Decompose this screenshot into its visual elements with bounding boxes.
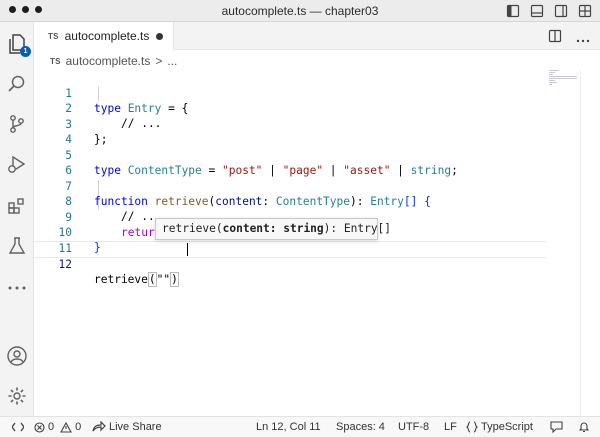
indentation-setting[interactable]: Spaces: 4 bbox=[336, 421, 385, 433]
live-share-button[interactable]: Live Share bbox=[92, 421, 162, 433]
unsaved-indicator-icon[interactable] bbox=[156, 33, 163, 40]
braces-icon bbox=[466, 421, 478, 433]
code-line-2: 2 // ... bbox=[65, 102, 162, 130]
activity-bar: 1 bbox=[0, 22, 34, 416]
toggle-secondary-sidebar-icon[interactable] bbox=[554, 4, 568, 18]
code-line-1: 1 type Entry = { bbox=[65, 87, 189, 115]
typescript-file-icon: TS bbox=[48, 31, 59, 41]
tab-label: autocomplete.ts bbox=[64, 29, 150, 43]
encoding-setting[interactable]: UTF-8 bbox=[398, 421, 429, 433]
layout-controls bbox=[506, 4, 592, 18]
code-line-4: 4 bbox=[65, 133, 72, 146]
remote-indicator-icon[interactable] bbox=[12, 421, 24, 433]
code-line-6: 6 bbox=[65, 164, 72, 177]
eol-setting[interactable]: LF bbox=[444, 421, 457, 433]
accounts-icon[interactable] bbox=[5, 344, 29, 368]
minimap[interactable] bbox=[549, 70, 579, 110]
error-icon bbox=[34, 421, 45, 433]
text-cursor bbox=[187, 243, 188, 256]
manage-gear-icon[interactable] bbox=[5, 384, 29, 408]
explorer-icon[interactable]: 1 bbox=[5, 32, 31, 57]
cursor-position[interactable]: Ln 12, Col 11 bbox=[256, 421, 321, 433]
language-mode[interactable]: TypeScript bbox=[466, 421, 533, 433]
toggle-primary-sidebar-icon[interactable] bbox=[506, 4, 520, 18]
code-line-9: 9 return [] bbox=[65, 211, 181, 239]
editor-actions bbox=[548, 29, 590, 48]
run-and-debug-icon[interactable] bbox=[5, 152, 29, 176]
code-line-3: 3 }; bbox=[65, 118, 108, 146]
breadcrumb-separator: > bbox=[155, 54, 163, 68]
warning-icon bbox=[60, 421, 73, 433]
status-bar: 0 0 Live Share Ln 12, Col 11 Spaces: 4 U… bbox=[0, 416, 600, 437]
breadcrumb: TS autocomplete.ts > ... bbox=[50, 53, 177, 69]
source-control-icon[interactable] bbox=[5, 112, 29, 136]
vertical-scrollbar[interactable] bbox=[580, 70, 581, 416]
code-line-5: 5 type ContentType = "post" | "page" | "… bbox=[65, 149, 458, 177]
more-actions-icon[interactable] bbox=[576, 30, 590, 48]
code-line-12-current: 12 retrieve("") bbox=[34, 241, 546, 287]
customize-layout-icon[interactable] bbox=[578, 4, 592, 18]
search-icon[interactable] bbox=[5, 72, 29, 96]
explorer-badge: 1 bbox=[20, 46, 31, 57]
code-line-7: 7 function retrieve(content: ContentType… bbox=[65, 180, 431, 208]
signature-help-tooltip: retrieve(content: string): Entry[] bbox=[155, 218, 391, 240]
testing-icon[interactable] bbox=[5, 234, 29, 258]
code-editor[interactable]: 1 type Entry = { 2 // ... 3 }; 4 5 type … bbox=[34, 70, 600, 416]
breadcrumb-file[interactable]: autocomplete.ts bbox=[66, 54, 151, 68]
notifications-bell-icon[interactable] bbox=[578, 421, 590, 433]
feedback-icon[interactable] bbox=[550, 421, 563, 433]
tab-bar: TS autocomplete.ts bbox=[34, 22, 600, 50]
problems-indicator[interactable]: 0 0 bbox=[34, 421, 81, 433]
tab-autocomplete-ts[interactable]: TS autocomplete.ts bbox=[34, 22, 174, 50]
more-icon[interactable] bbox=[5, 276, 29, 300]
split-editor-icon[interactable] bbox=[548, 29, 562, 48]
toggle-panel-icon[interactable] bbox=[530, 4, 544, 18]
extensions-icon[interactable] bbox=[5, 194, 29, 218]
title-bar: autocomplete.ts — chapter03 bbox=[0, 0, 600, 22]
code-line-8: 8 // ... bbox=[65, 195, 162, 223]
breadcrumb-more[interactable]: ... bbox=[167, 54, 177, 68]
live-share-icon bbox=[92, 421, 106, 432]
breadcrumb-typescript-icon: TS bbox=[50, 56, 61, 66]
